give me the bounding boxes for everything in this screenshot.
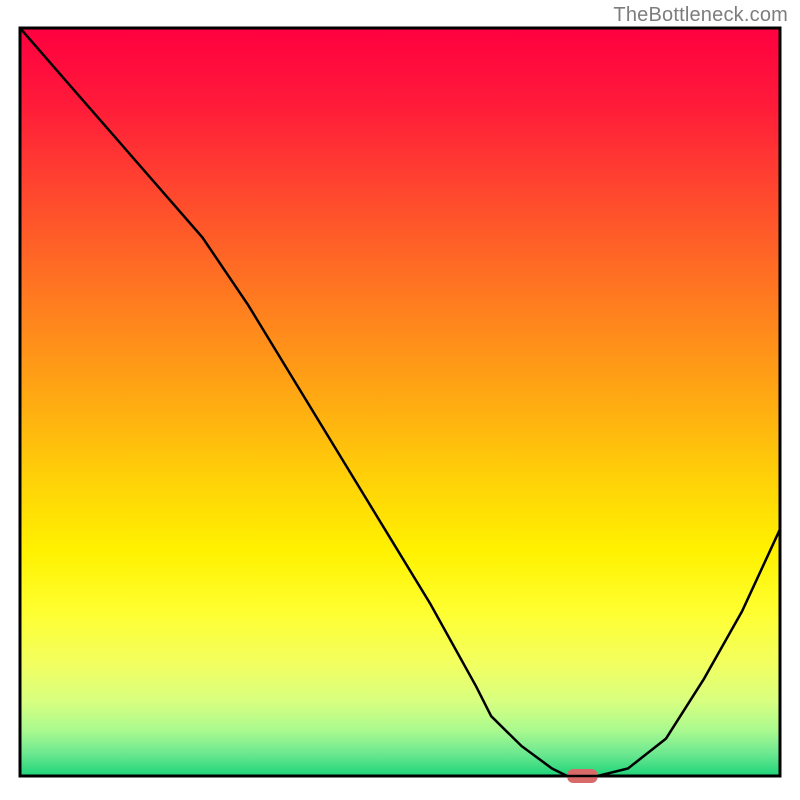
chart-svg bbox=[0, 0, 800, 800]
chart-background-gradient bbox=[20, 28, 780, 776]
watermark-text: TheBottleneck.com bbox=[613, 4, 788, 27]
chart-container: TheBottleneck.com bbox=[0, 0, 800, 800]
